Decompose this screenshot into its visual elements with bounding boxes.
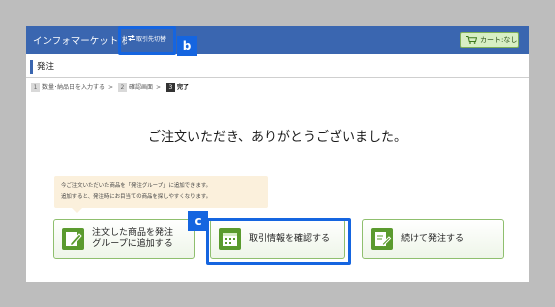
tooltip-line: 追加すると、発注時にお目当ての商品を探しやすくなります。	[61, 194, 212, 200]
step-1: 1 数量･納品日を入力する	[31, 82, 105, 92]
add-to-order-group-button[interactable]: 注文した商品を発注 グループに追加する	[53, 219, 195, 259]
step-label: 完了	[176, 84, 189, 91]
confirm-transaction-label: 取引情報を確認する	[249, 233, 331, 244]
step-number: 2	[117, 83, 127, 92]
step-number: 1	[31, 83, 40, 92]
app-window: インフォマーケット(株) 取引先切替 カート:なし 発注 1 数量･納品日を入力す…	[26, 26, 529, 282]
divider	[26, 77, 529, 78]
step-3: 3 完了	[165, 82, 189, 92]
edit-icon	[62, 228, 84, 250]
continue-ordering-button[interactable]: 続けて発注する	[362, 219, 504, 259]
partner-switch-label: 取引先切替	[136, 36, 167, 43]
document-edit-icon	[371, 228, 393, 250]
cart-icon	[466, 36, 477, 44]
cart-button[interactable]: カート:なし	[460, 32, 519, 48]
add-to-group-label: 注文した商品を発注 グループに追加する	[92, 228, 173, 250]
group-tooltip: 今ご注文いただいた商品を「発注グループ」に追加できます。 追加すると、発注時にお…	[54, 176, 268, 213]
step-label: 確認画面	[128, 84, 153, 91]
calendar-icon	[219, 228, 241, 250]
header-bar: インフォマーケット(株) 取引先切替 カート:なし	[26, 26, 529, 54]
step-number: 3	[165, 83, 175, 92]
continue-ordering-label: 続けて発注する	[401, 233, 465, 244]
cart-status: カート:なし	[480, 36, 518, 44]
step-label: 数量･納品日を入力する	[42, 84, 106, 91]
page-title: 発注	[30, 60, 54, 74]
thank-you-message: ご注文いただき、ありがとうございました。	[147, 130, 408, 145]
step-arrow: >	[155, 84, 162, 91]
button-label-line: 注文した商品を発注	[92, 228, 174, 238]
partner-switch-link[interactable]: 取引先切替	[127, 32, 175, 48]
annotation-badge-b: b	[177, 36, 197, 56]
tooltip-line: 今ご注文いただいた商品を「発注グループ」に追加できます。	[61, 183, 212, 189]
annotation-badge-c: c	[188, 211, 208, 231]
button-label-line: グループに追加する	[92, 239, 173, 249]
step-indicator: 1 数量･納品日を入力する > 2 確認画面 > 3 完了	[31, 82, 192, 94]
confirm-transaction-button[interactable]: 取引情報を確認する	[210, 219, 345, 259]
company-name: インフォマーケット(株)	[33, 36, 136, 47]
step-arrow: >	[108, 84, 114, 91]
step-2: 2 確認画面	[117, 82, 153, 92]
tooltip-tail	[72, 208, 82, 213]
swap-icon	[128, 35, 135, 41]
